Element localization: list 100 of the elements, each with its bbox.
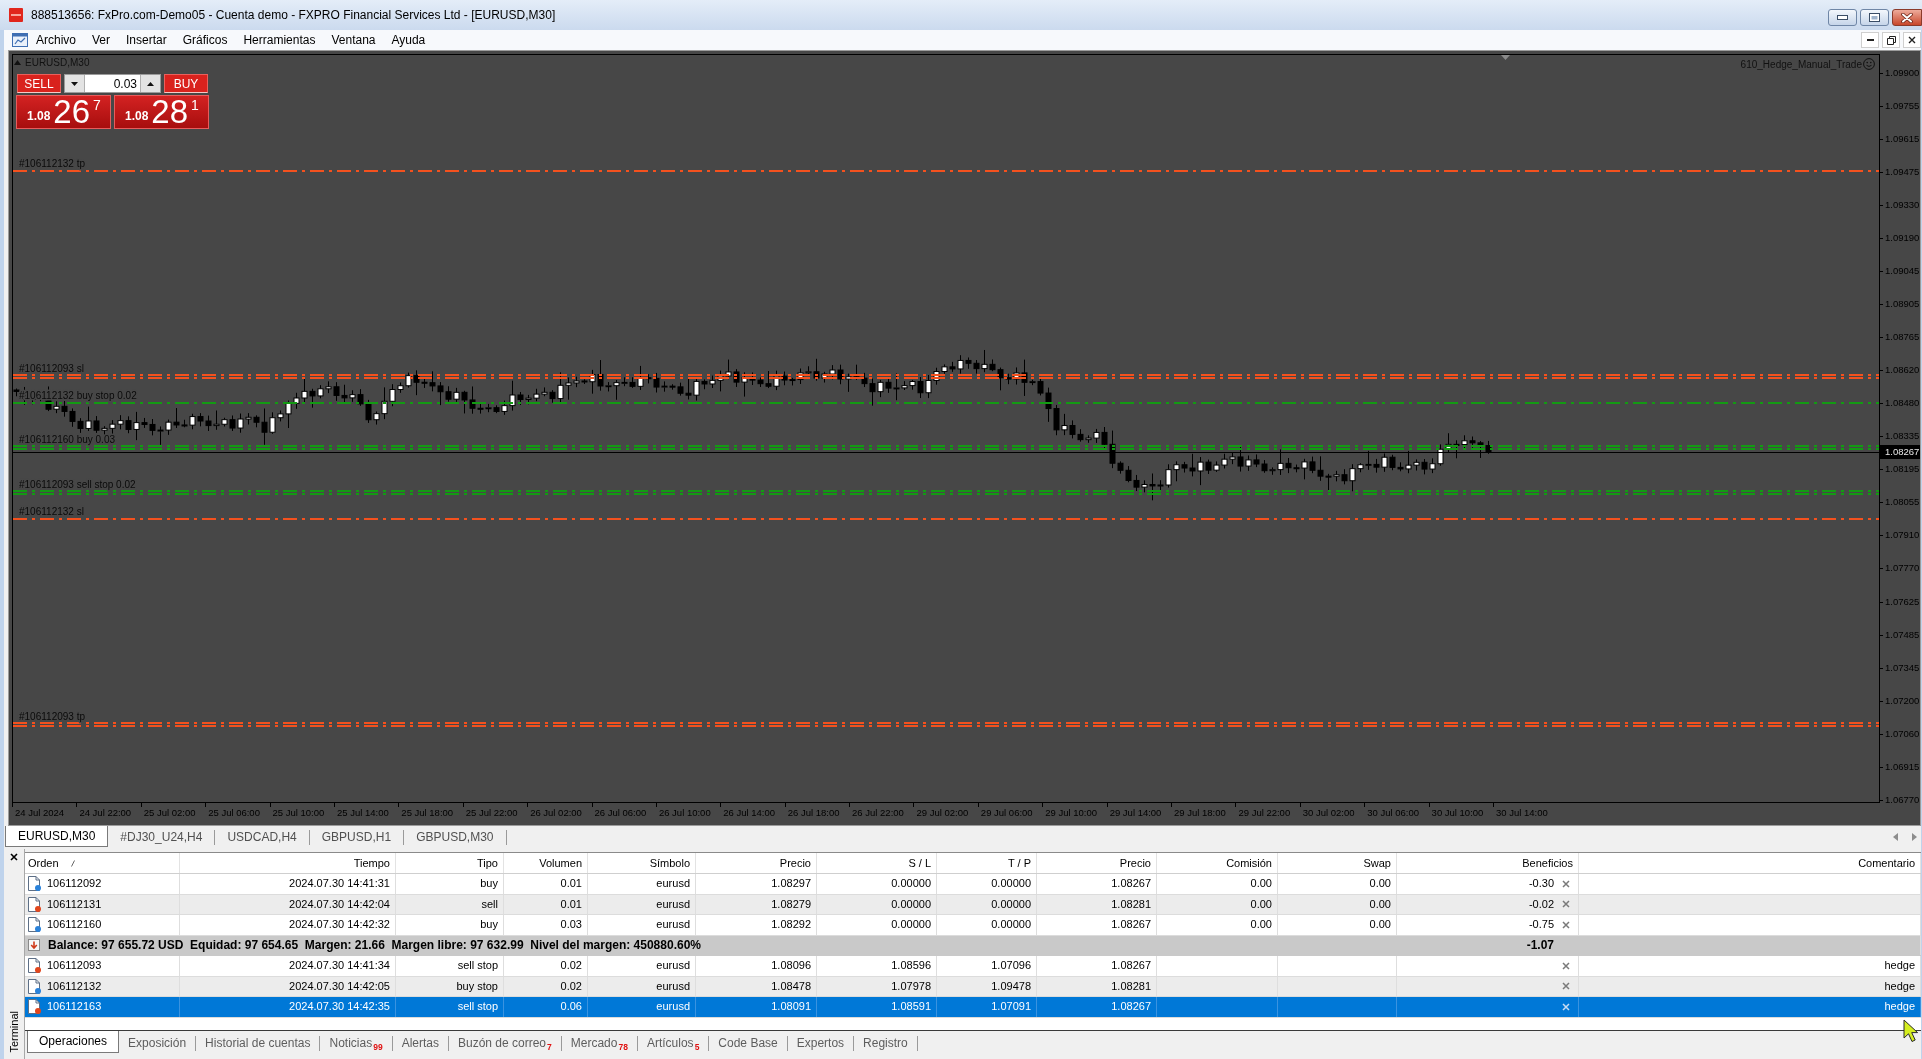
document-icon bbox=[28, 999, 40, 1015]
price-axis-label: 1.09045 bbox=[1880, 264, 1920, 279]
table-cell: 0.00 bbox=[1278, 874, 1397, 894]
price-axis-label: 1.07910 bbox=[1880, 528, 1920, 543]
menu-item[interactable]: Archivo bbox=[28, 30, 84, 50]
price-axis-label: 1.07770 bbox=[1880, 561, 1920, 576]
menu-item[interactable]: Ventana bbox=[323, 30, 384, 50]
triangle-marker-icon[interactable] bbox=[1501, 55, 1510, 60]
table-cell: 1.07096 bbox=[937, 956, 1037, 976]
time-axis-label: 26 Jul 18:00 bbox=[784, 803, 850, 822]
table-cell: 0.02 bbox=[504, 976, 588, 996]
time-axis-label: 26 Jul 06:00 bbox=[591, 803, 656, 822]
caret-down-icon bbox=[71, 81, 78, 86]
restore-button[interactable] bbox=[1882, 32, 1900, 48]
table-cell: sell bbox=[396, 894, 504, 914]
table-cell: 0.02 bbox=[504, 956, 588, 976]
panel-tab[interactable]: Historial de cuentas bbox=[196, 1036, 321, 1051]
panel-tab[interactable]: Noticias$_{99}$ bbox=[320, 1036, 393, 1051]
table-cell: 2024.07.30 14:42:04 bbox=[180, 894, 396, 914]
panel-tab[interactable]: Registro bbox=[854, 1036, 918, 1051]
chart-tab[interactable]: EURUSD,M30 bbox=[5, 826, 109, 847]
menu-item[interactable]: Ver bbox=[84, 30, 119, 50]
scroll-right-icon[interactable] bbox=[1912, 833, 1917, 841]
table-cell: 2024.07.30 14:42:05 bbox=[180, 976, 396, 996]
time-axis-label: 29 Jul 22:00 bbox=[1235, 803, 1300, 822]
price-axis-label: 1.08195 bbox=[1880, 462, 1920, 477]
time-axis-label: 29 Jul 14:00 bbox=[1106, 803, 1172, 822]
table-cell: 0.00000 bbox=[817, 915, 937, 935]
chart-tab[interactable]: USDCAD,H4 bbox=[215, 830, 310, 845]
column-header[interactable]: T / P bbox=[937, 853, 1037, 873]
table-cell: 1.08267 bbox=[1037, 874, 1157, 894]
panel-tab[interactable]: Buzón de correo$_{7}$ bbox=[449, 1036, 562, 1051]
table-row[interactable]: 106112163 2024.07.30 14:42:35 sell stop 0.06 eurusd 1.08091 1.08591 1.07091 1.08267 hedge bbox=[25, 997, 1921, 1018]
table-cell: 2024.07.30 14:42:32 bbox=[180, 915, 396, 935]
chart-tab[interactable]: GBPUSD,H1 bbox=[309, 830, 405, 845]
table-cell: 1.08478 bbox=[696, 976, 817, 996]
menu-item[interactable]: Insertar bbox=[118, 30, 175, 50]
time-axis-label: 25 Jul 22:00 bbox=[462, 803, 528, 822]
maximize-button[interactable] bbox=[1860, 9, 1889, 26]
sell-button[interactable]: SELL bbox=[17, 74, 61, 93]
close-button[interactable] bbox=[1892, 9, 1922, 26]
menu-item[interactable]: Herramientas bbox=[235, 30, 324, 50]
close-icon[interactable] bbox=[10, 853, 18, 861]
column-header[interactable]: Precio bbox=[1037, 853, 1157, 873]
buy-button[interactable]: BUY bbox=[164, 74, 208, 93]
chart-tab[interactable]: #DJ30_U24,H4 bbox=[108, 830, 216, 845]
table-cell: eurusd bbox=[588, 894, 696, 914]
table-cell: 2024.07.30 14:42:35 bbox=[180, 997, 396, 1017]
panel-tab[interactable]: Mercado$_{78}$ bbox=[561, 1036, 638, 1051]
table-cell: 0.00 bbox=[1278, 915, 1397, 935]
table-cell: 0.00000 bbox=[817, 874, 937, 894]
table-row[interactable]: 106112160 2024.07.30 14:42:32 buy 0.03 eurusd 1.08292 0.00000 0.00000 1.08267 0.00 0.00 -0.75 bbox=[25, 915, 1921, 936]
minimize-button[interactable] bbox=[1861, 32, 1879, 48]
table-cell: eurusd bbox=[588, 915, 696, 935]
chart-window-icon[interactable] bbox=[12, 33, 28, 47]
table-cell-text: 106112160 bbox=[47, 917, 102, 932]
price-axis-label: 1.08055 bbox=[1880, 495, 1920, 510]
table-cell: eurusd bbox=[588, 976, 696, 996]
lot-field[interactable]: 0.03 bbox=[84, 75, 141, 92]
table-cell: 1.09478 bbox=[937, 976, 1037, 996]
time-axis-label: 25 Jul 10:00 bbox=[269, 803, 334, 822]
column-header[interactable]: Tipo bbox=[396, 853, 504, 873]
chart-tab[interactable]: GBPUSD,M30 bbox=[404, 830, 507, 845]
time-axis-label: 26 Jul 14:00 bbox=[720, 803, 785, 822]
table-cell: 0.03 bbox=[504, 915, 588, 935]
panel-tab[interactable]: Operaciones bbox=[27, 1031, 120, 1053]
column-header[interactable]: Beneficios bbox=[1397, 853, 1579, 873]
panel-tab[interactable]: Code Base bbox=[709, 1036, 788, 1051]
panel-tab[interactable]: Expertos bbox=[787, 1036, 855, 1051]
minimize-button[interactable] bbox=[1828, 9, 1857, 26]
time-axis-label: 25 Jul 18:00 bbox=[398, 803, 463, 822]
table-cell: 1.08267 bbox=[1037, 956, 1157, 976]
menu-item[interactable]: Gráficos bbox=[174, 30, 236, 50]
summary-row[interactable]: Balance: 97 655.72 USD Equidad: 97 654.65 Margen: 21.66 Margen libre: 97 632.99 Nivel del margen: 450880.60% -1.07 bbox=[25, 935, 1921, 956]
column-header[interactable]: Comentario bbox=[1579, 853, 1921, 873]
table-cell-text: -0.02 bbox=[1528, 896, 1554, 912]
column-header[interactable]: Orden bbox=[25, 853, 180, 873]
table-cell: sell stop bbox=[396, 997, 504, 1017]
time-axis-label: 30 Jul 10:00 bbox=[1428, 803, 1493, 822]
column-header[interactable]: Símbolo bbox=[588, 853, 696, 873]
table-cell: 2024.07.30 14:41:34 bbox=[180, 956, 396, 976]
table-row[interactable]: 106112131 2024.07.30 14:42:04 sell 0.01 eurusd 1.08279 0.00000 0.00000 1.08281 0.00 0.00 -0.02 bbox=[25, 894, 1921, 915]
column-header[interactable]: Tiempo bbox=[180, 853, 396, 873]
panel-tab[interactable]: Exposición bbox=[119, 1036, 197, 1051]
column-header[interactable]: Comisión bbox=[1157, 853, 1278, 873]
time-axis-label: 29 Jul 18:00 bbox=[1171, 803, 1236, 822]
column-header[interactable]: Precio bbox=[696, 853, 817, 873]
column-header[interactable]: S / L bbox=[817, 853, 937, 873]
caret-up-icon bbox=[147, 81, 154, 86]
price-axis-label: 1.06770 bbox=[1880, 792, 1920, 807]
panel-tab[interactable]: Alertas bbox=[392, 1036, 449, 1051]
column-header[interactable]: Swap bbox=[1278, 853, 1397, 873]
column-header[interactable]: Volumen bbox=[504, 853, 588, 873]
table-cell: 0.00 bbox=[1278, 894, 1397, 914]
scroll-left-icon[interactable] bbox=[1893, 833, 1898, 841]
table-row[interactable]: 106112132 2024.07.30 14:42:05 buy stop 0.02 eurusd 1.08478 1.07978 1.09478 1.08281 hedge bbox=[25, 976, 1921, 997]
time-axis-label: 30 Jul 02:00 bbox=[1299, 803, 1365, 822]
table-cell: 1.08279 bbox=[696, 894, 817, 914]
panel-tab[interactable]: Artículos$_{5}$ bbox=[637, 1036, 710, 1051]
menu-item[interactable]: Ayuda bbox=[383, 30, 434, 50]
